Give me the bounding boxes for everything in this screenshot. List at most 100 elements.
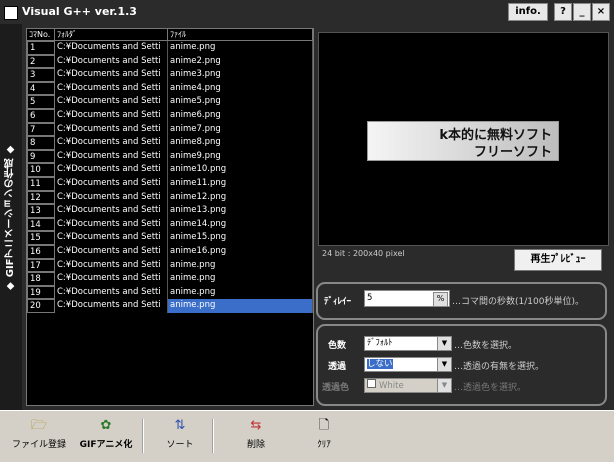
frame-list[interactable]: ｺﾏNo. ﾌｫﾙﾀﾞ ﾌｧｲﾙ 1 C:¥Documents and Setti… (26, 28, 314, 406)
gif-animate-button[interactable]: ✿ GIFアニメ化 (76, 419, 136, 451)
clear-button[interactable]: 🗋 ｸﾘｱ (304, 419, 344, 451)
register-file-button[interactable]: 🗁 ファイル登録 (8, 418, 70, 451)
delay-panel: ﾃﾞｨﾚｲｰ 5 % …コマ間の秒数(1/100秒単位)。 (316, 282, 607, 320)
chevron-down-icon[interactable]: ▼ (437, 358, 451, 371)
cell-file: anime15.png (168, 231, 313, 245)
cell-no: 5 (27, 95, 55, 109)
toolbar-separator (212, 419, 214, 453)
transparency-label: 透過 (328, 362, 347, 372)
delay-input[interactable]: 5 % (364, 290, 450, 307)
cell-folder: C:¥Documents and Setti (55, 41, 168, 55)
table-row[interactable]: 2 C:¥Documents and Setti anime2.png (27, 54, 313, 69)
sort-icon: ⇅ (174, 418, 186, 433)
delay-label: ﾃﾞｨﾚｲｰ (324, 297, 352, 307)
cell-file: anime16.png (168, 244, 313, 259)
info-button[interactable]: info. (508, 3, 548, 21)
table-row[interactable]: 3 C:¥Documents and Setti anime3.png (27, 68, 313, 82)
chevron-down-icon[interactable]: ▼ (437, 337, 451, 350)
cell-no: 8 (27, 136, 55, 150)
table-row[interactable]: 13 C:¥Documents and Setti anime13.png (27, 204, 313, 218)
cell-no: 18 (27, 272, 55, 286)
table-row[interactable]: 11 C:¥Documents and Setti anime11.png (27, 176, 313, 191)
color-swatch-icon (367, 379, 376, 388)
cell-file: anime8.png (168, 136, 313, 150)
cell-no: 15 (27, 231, 55, 245)
cell-file: anime.png (168, 258, 313, 273)
table-row[interactable]: 10 C:¥Documents and Setti anime10.png (27, 163, 313, 177)
table-row[interactable]: 5 C:¥Documents and Setti anime5.png (27, 95, 313, 109)
cell-folder: C:¥Documents and Setti (55, 176, 168, 191)
play-preview-button[interactable]: 再生ﾌﾟﾚﾋﾞｭｰ (514, 249, 602, 271)
table-row[interactable]: 19 C:¥Documents and Setti anime.png (27, 285, 313, 300)
cell-folder: C:¥Documents and Setti (55, 204, 168, 218)
cell-no: 11 (27, 176, 55, 191)
table-row[interactable]: 7 C:¥Documents and Setti anime7.png (27, 122, 313, 137)
cell-file: anime4.png (168, 81, 313, 96)
app-logo-icon (4, 6, 18, 20)
cell-no: 20 (27, 299, 55, 313)
cell-file: anime12.png (168, 190, 313, 205)
table-row[interactable]: 18 C:¥Documents and Setti anime.png (27, 272, 313, 286)
cell-folder: C:¥Documents and Setti (55, 299, 168, 313)
cell-file: anime10.png (168, 163, 313, 177)
delete-button[interactable]: ⇆ 削除 (236, 419, 276, 451)
sidebar: ◆ GIFアニメーションの作成 ◆ (0, 24, 22, 410)
register-file-label: ファイル登録 (11, 440, 66, 450)
colors-select-value: ﾃﾞﾌｫﾙﾄ (367, 338, 393, 348)
bottom-toolbar: 🗁 ファイル登録 ✿ GIFアニメ化 ⇅ ソート ⇆ 削除 🗋 ｸﾘｱ (0, 410, 614, 462)
sort-button[interactable]: ⇅ ソート (160, 418, 200, 451)
cell-folder: C:¥Documents and Setti (55, 285, 168, 300)
cell-file: anime3.png (168, 68, 313, 82)
trans-color-hint: …透過色を選択。 (454, 383, 527, 393)
delay-hint: …コマ間の秒数(1/100秒単位)。 (452, 297, 584, 307)
table-row[interactable]: 6 C:¥Documents and Setti anime6.png (27, 108, 313, 123)
cell-file: anime2.png (168, 54, 313, 69)
table-row[interactable]: 14 C:¥Documents and Setti anime14.png (27, 217, 313, 232)
cell-file: anime9.png (168, 149, 313, 164)
cell-file: anime14.png (168, 217, 313, 232)
cell-file: anime5.png (168, 95, 313, 109)
cell-folder: C:¥Documents and Setti (55, 149, 168, 164)
trans-color-select[interactable]: White ▼ (364, 378, 452, 393)
colors-select[interactable]: ﾃﾞﾌｫﾙﾄ ▼ (364, 336, 452, 351)
cell-folder: C:¥Documents and Setti (55, 163, 168, 177)
cell-file: anime.png (168, 41, 313, 55)
cell-no: 12 (27, 190, 55, 205)
close-button[interactable]: × (592, 3, 610, 21)
table-row[interactable]: 1 C:¥Documents and Setti anime.png (27, 41, 313, 55)
table-row[interactable]: 20 C:¥Documents and Setti anime.png (27, 299, 313, 313)
table-row[interactable]: 9 C:¥Documents and Setti anime9.png (27, 149, 313, 164)
cell-no: 13 (27, 204, 55, 218)
transparency-select[interactable]: しない ▼ (364, 357, 452, 372)
window-title: Visual G++ ver.1.3 (22, 5, 137, 18)
cell-no: 9 (27, 149, 55, 164)
column-header-folder[interactable]: ﾌｫﾙﾀﾞ (55, 29, 168, 41)
delay-spin-icon[interactable]: % (433, 292, 448, 307)
table-row[interactable]: 4 C:¥Documents and Setti anime4.png (27, 81, 313, 96)
folder-open-icon: 🗁 (30, 418, 48, 433)
main-panel: ｺﾏNo. ﾌｫﾙﾀﾞ ﾌｧｲﾙ 1 C:¥Documents and Setti… (22, 24, 614, 410)
transparency-select-value: しない (367, 359, 393, 369)
cell-no: 2 (27, 54, 55, 69)
cell-folder: C:¥Documents and Setti (55, 95, 168, 109)
column-header-file[interactable]: ﾌｧｲﾙ (168, 29, 313, 41)
table-row[interactable]: 16 C:¥Documents and Setti anime16.png (27, 244, 313, 259)
preview-area: k本的に無料ソフト フリーソフト (318, 32, 609, 246)
cell-no: 3 (27, 68, 55, 82)
gif-animate-label: GIFアニメ化 (79, 440, 133, 450)
cell-file: anime6.png (168, 108, 313, 123)
table-row[interactable]: 15 C:¥Documents and Setti anime15.png (27, 231, 313, 245)
chevron-down-icon[interactable]: ▼ (437, 379, 451, 392)
column-header-no[interactable]: ｺﾏNo. (27, 29, 55, 41)
cell-folder: C:¥Documents and Setti (55, 122, 168, 137)
minimize-button[interactable]: _ (573, 3, 591, 21)
table-row[interactable]: 8 C:¥Documents and Setti anime8.png (27, 136, 313, 150)
table-row[interactable]: 12 C:¥Documents and Setti anime12.png (27, 190, 313, 205)
cell-no: 16 (27, 244, 55, 259)
help-button[interactable]: ? (554, 3, 572, 21)
table-row[interactable]: 17 C:¥Documents and Setti anime.png (27, 258, 313, 273)
toolbar-separator (142, 419, 144, 453)
cell-no: 6 (27, 108, 55, 123)
cell-folder: C:¥Documents and Setti (55, 231, 168, 245)
cell-folder: C:¥Documents and Setti (55, 272, 168, 286)
